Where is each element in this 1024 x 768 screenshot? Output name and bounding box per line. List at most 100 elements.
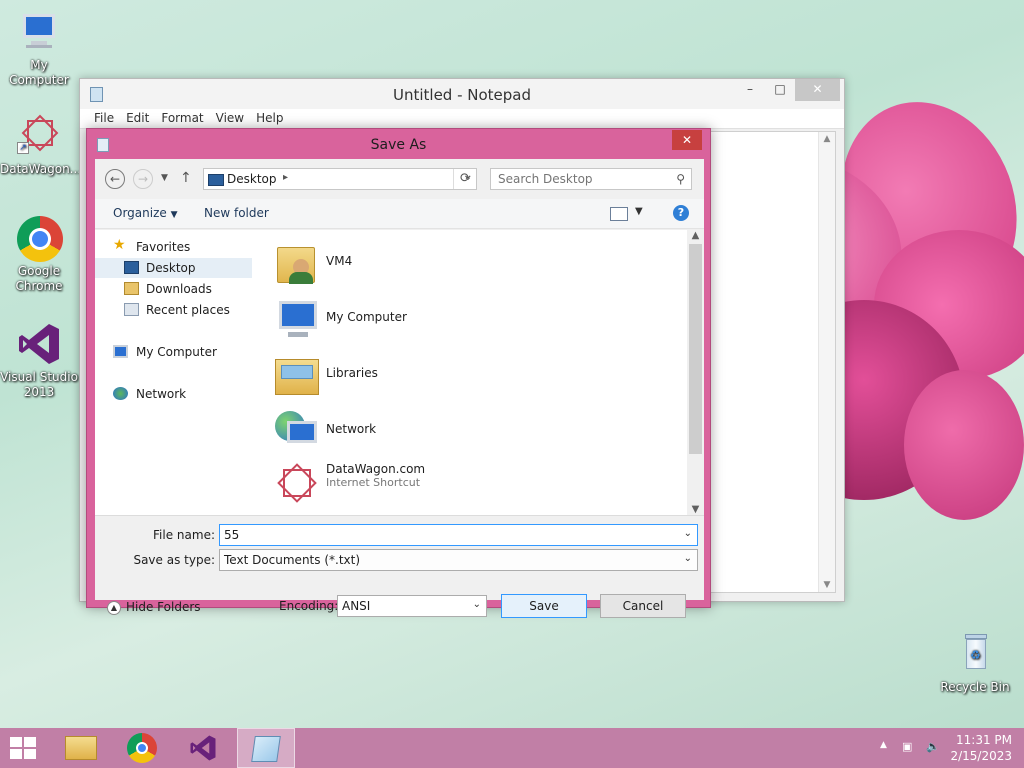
start-button[interactable] [0, 728, 48, 768]
notepad-title: Untitled - Notepad [392, 86, 532, 104]
clock[interactable]: 11:31 PM 2/15/2023 [950, 732, 1012, 764]
notepad-icon [251, 736, 281, 762]
desktop-folder-icon [208, 174, 224, 186]
datawagon-star-icon [273, 463, 321, 511]
file-item[interactable]: My Computer [273, 291, 673, 347]
dialog-title-bar[interactable]: Save As ✕ [87, 129, 710, 159]
address-bar[interactable]: Desktop ▸ ⌄ [203, 168, 477, 190]
help-icon[interactable]: ? [673, 205, 689, 221]
search-box: ⚲ [490, 168, 692, 190]
computer-icon [113, 345, 128, 358]
computer-icon [273, 295, 321, 343]
encoding-select[interactable]: ANSI ⌄ [337, 595, 487, 617]
notepad-title-bar[interactable]: Untitled - Notepad – □ ✕ [80, 79, 844, 109]
save-button[interactable]: Save [501, 594, 587, 618]
nav-label: Downloads [146, 282, 212, 296]
change-view-icon[interactable] [610, 207, 628, 221]
nav-label: Desktop [146, 261, 196, 275]
cancel-button[interactable]: Cancel [600, 594, 686, 618]
file-list-scrollbar[interactable]: ▲ ▼ [687, 230, 704, 515]
nav-recent-places[interactable]: Recent places [95, 300, 252, 320]
nav-favorites[interactable]: ★ Favorites [95, 237, 252, 257]
encoding-label: Encoding: [279, 599, 339, 613]
desktop-icon-my-computer[interactable]: My Computer [0, 8, 78, 88]
desktop-icon-label: DataWagon... [0, 162, 82, 176]
encoding-dropdown-icon[interactable]: ⌄ [473, 599, 481, 610]
close-button[interactable]: ✕ [795, 79, 840, 101]
back-arrow-icon[interactable]: ← [105, 169, 125, 189]
browser-content: ★ Favorites Desktop Downloads Recent pla… [95, 230, 704, 515]
menu-help[interactable]: Help [250, 109, 289, 128]
dialog-close-button[interactable]: ✕ [672, 130, 702, 150]
search-icon[interactable]: ⚲ [676, 172, 685, 186]
address-row: ← → ▼ ↑ Desktop ▸ ⌄ ⟳ ⚲ [95, 159, 704, 199]
new-folder-button[interactable]: New folder [204, 206, 269, 220]
up-arrow-icon[interactable]: ↑ [180, 170, 192, 186]
network-status-icon[interactable]: ▣ [902, 740, 912, 753]
notepad-scrollbar[interactable]: ▲ ▼ [818, 132, 835, 592]
forward-arrow-icon[interactable]: → [133, 169, 153, 189]
file-name-field[interactable]: 55 ⌄ [219, 524, 698, 546]
save-as-dialog: Save As ✕ ← → ▼ ↑ Desktop ▸ ⌄ ⟳ ⚲ Organi… [86, 128, 711, 618]
nav-label: Network [136, 387, 187, 401]
search-input[interactable] [491, 169, 661, 189]
desktop-icon-label: Recycle Bin [940, 680, 1010, 694]
dialog-body: ← → ▼ ↑ Desktop ▸ ⌄ ⟳ ⚲ Organize ▼ New f… [95, 159, 704, 618]
desktop-icon-label: Google Chrome [15, 264, 63, 293]
taskbar-visual-studio[interactable] [175, 728, 233, 768]
nav-label: Favorites [136, 240, 191, 254]
recent-places-icon [124, 303, 139, 316]
downloads-folder-icon [124, 282, 139, 295]
file-name: DataWagon.com [326, 462, 426, 476]
scroll-thumb[interactable] [689, 244, 702, 454]
file-list: VM4 My Computer Libraries Network DataWa… [265, 230, 687, 515]
desktop-icon-google-chrome[interactable]: Google Chrome [0, 214, 78, 294]
scroll-up-icon[interactable]: ▲ [687, 230, 704, 241]
file-item[interactable]: VM4 [273, 235, 673, 291]
network-globe-icon [113, 387, 128, 400]
save-type-value: Text Documents (*.txt) [224, 553, 361, 567]
desktop-icon-recycle-bin[interactable]: ♻ Recycle Bin [936, 630, 1014, 695]
desktop-icon-label: My Computer [9, 58, 69, 87]
scroll-down-icon[interactable]: ▼ [687, 504, 704, 515]
hide-folders-button[interactable]: ▲ Hide Folders [107, 600, 201, 615]
system-tray: ▲ ▣ 🔈 11:31 PM 2/15/2023 [864, 728, 1024, 768]
nav-my-computer[interactable]: My Computer [95, 342, 252, 362]
menu-view[interactable]: View [210, 109, 250, 128]
chrome-icon [15, 214, 63, 262]
taskbar-notepad[interactable] [237, 728, 295, 768]
save-type-select[interactable]: Text Documents (*.txt) ⌄ [219, 549, 698, 571]
menu-file[interactable]: File [88, 109, 120, 128]
view-options-chevron-icon[interactable]: ▼ [635, 206, 643, 217]
menu-format[interactable]: Format [155, 109, 209, 128]
nav-label: Recent places [146, 303, 230, 317]
recent-locations-chevron-icon[interactable]: ▼ [161, 173, 168, 183]
volume-icon[interactable]: 🔈 [926, 740, 940, 753]
breadcrumb-chevron-icon[interactable]: ▸ [283, 172, 288, 183]
desktop-icon-datawagon[interactable]: ↗ DataWagon... [0, 112, 82, 177]
file-item[interactable]: Libraries [273, 347, 673, 403]
taskbar-file-explorer[interactable] [53, 728, 111, 768]
menu-edit[interactable]: Edit [120, 109, 155, 128]
file-item[interactable]: Network [273, 403, 673, 459]
maximize-button[interactable]: □ [765, 79, 795, 101]
save-type-dropdown-icon[interactable]: ⌄ [684, 553, 692, 564]
desktop-icon-visual-studio[interactable]: Visual Studio 2013 [0, 320, 78, 400]
nav-downloads[interactable]: Downloads [95, 279, 252, 299]
chevron-up-icon: ▲ [107, 600, 121, 615]
show-hidden-icons-icon[interactable]: ▲ [880, 740, 887, 750]
refresh-icon[interactable]: ⟳ [453, 169, 477, 189]
file-name-dropdown-icon[interactable]: ⌄ [684, 528, 692, 539]
command-toolbar: Organize ▼ New folder ▼ ? [95, 199, 704, 229]
file-item[interactable]: DataWagon.com Internet Shortcut [273, 459, 673, 515]
nav-network[interactable]: Network [95, 384, 252, 404]
visual-studio-icon [188, 733, 218, 766]
file-name: Libraries [326, 366, 378, 380]
taskbar-chrome[interactable] [114, 728, 172, 768]
minimize-button[interactable]: – [735, 79, 765, 101]
nav-desktop[interactable]: Desktop [95, 258, 252, 278]
organize-button[interactable]: Organize ▼ [113, 206, 178, 220]
navigation-pane: ★ Favorites Desktop Downloads Recent pla… [95, 230, 265, 515]
address-location: Desktop [227, 172, 277, 186]
visual-studio-icon [15, 320, 63, 368]
